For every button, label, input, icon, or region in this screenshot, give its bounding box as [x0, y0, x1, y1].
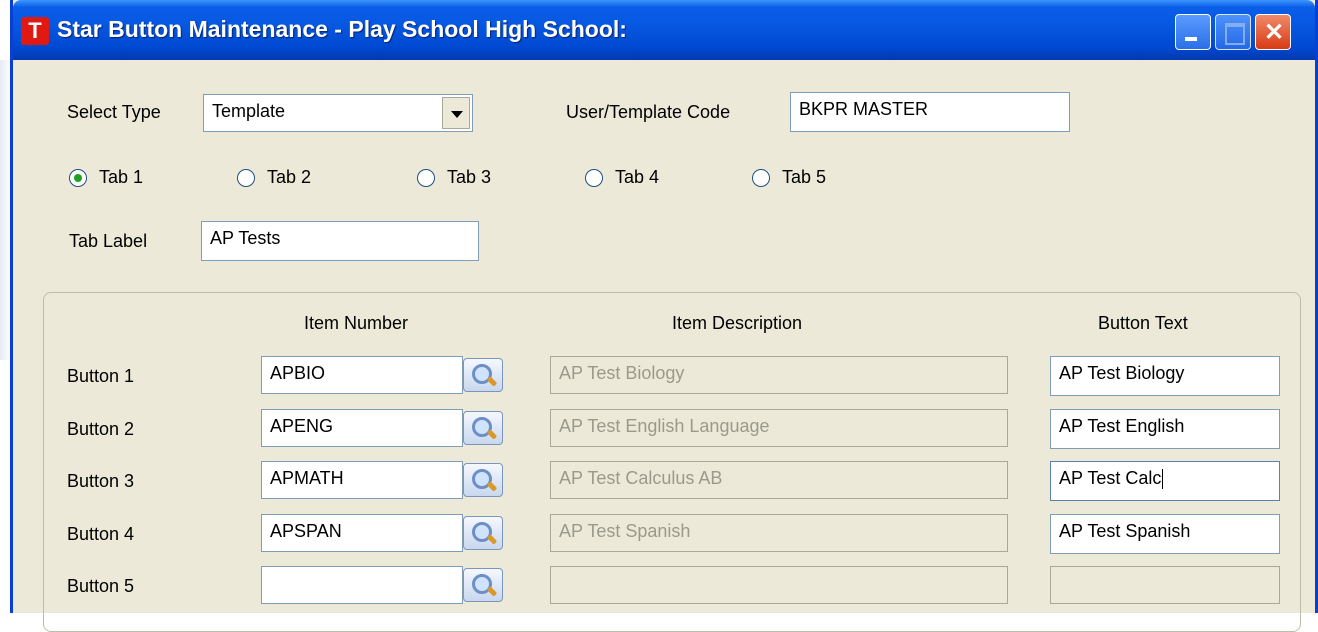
header-button-text: Button Text [1098, 313, 1188, 333]
app-icon: T [21, 17, 49, 45]
select-type-label: Select Type [67, 102, 161, 122]
tab-2-label[interactable]: Tab 2 [267, 167, 311, 188]
tab-label-input[interactable]: AP Tests [201, 221, 479, 261]
tab-4-radio[interactable] [585, 169, 603, 187]
row-4-label: Button 4 [67, 524, 135, 544]
row-4-button-text-input[interactable]: AP Test Spanish [1050, 514, 1280, 554]
tab-4-label[interactable]: Tab 4 [615, 167, 659, 188]
row-5-item-number-input[interactable] [261, 566, 463, 604]
row-5-label: Button 5 [67, 576, 135, 596]
minimize-button[interactable] [1175, 14, 1211, 50]
tab-5-radio[interactable] [752, 169, 770, 187]
row-1-button-text-input[interactable]: AP Test Biology [1050, 356, 1280, 396]
header-item-description: Item Description [672, 313, 803, 333]
row-3-description-field: AP Test Calculus AB [550, 461, 1008, 499]
code-label: User/Template Code [566, 102, 731, 122]
search-icon-handle [486, 534, 498, 545]
search-icon-handle [486, 429, 498, 440]
tab-3-label[interactable]: Tab 3 [447, 167, 491, 188]
row-3-lookup-button[interactable] [463, 463, 503, 497]
row-2-label: Button 2 [67, 419, 135, 439]
search-icon-handle [486, 376, 498, 387]
row-3-button-text-value: AP Test Calc [1059, 468, 1162, 488]
tab-1-radio[interactable] [69, 169, 87, 187]
row-3-item-number-input[interactable]: APMATH [261, 461, 463, 499]
row-1-label: Button 1 [67, 366, 135, 386]
app-window: T Star Button Maintenance - Play School … [10, 0, 1318, 632]
close-button[interactable] [1255, 14, 1291, 50]
tab-label-label: Tab Label [69, 231, 148, 251]
tab-2-radio[interactable] [237, 169, 255, 187]
row-2-lookup-button[interactable] [463, 411, 503, 445]
select-type-dropdown[interactable]: Template [203, 94, 473, 132]
tab-5-label[interactable]: Tab 5 [782, 167, 826, 188]
text-cursor [1162, 469, 1164, 490]
row-1-description-field: AP Test Biology [550, 356, 1008, 394]
maximize-button[interactable] [1215, 14, 1251, 50]
window-title: Star Button Maintenance - Play School Hi… [57, 16, 627, 42]
row-2-description-field: AP Test English Language [550, 409, 1008, 447]
row-5-description-field [550, 566, 1008, 604]
tab-1-label[interactable]: Tab 1 [99, 167, 143, 188]
dropdown-arrow-icon[interactable] [442, 97, 470, 129]
title-bar[interactable]: T Star Button Maintenance - Play School … [13, 0, 1315, 60]
tab-3-radio[interactable] [417, 169, 435, 187]
row-2-item-number-input[interactable]: APENG [261, 409, 463, 447]
search-icon-handle [486, 481, 498, 492]
row-3-label: Button 3 [67, 471, 135, 491]
row-4-description-field: AP Test Spanish [550, 514, 1008, 552]
select-type-value: Template [212, 101, 286, 121]
header-item-number: Item Number [304, 313, 409, 333]
row-3-button-text-input[interactable]: AP Test Calc [1050, 461, 1280, 501]
row-4-item-number-input[interactable]: APSPAN [261, 514, 463, 552]
row-2-button-text-input[interactable]: AP Test English [1050, 409, 1280, 449]
code-input[interactable]: BKPR MASTER [790, 92, 1070, 132]
row-4-lookup-button[interactable] [463, 516, 503, 550]
search-icon-handle [486, 586, 498, 597]
row-1-item-number-input[interactable]: APBIO [261, 356, 463, 394]
row-5-button-text-input[interactable] [1050, 566, 1280, 604]
row-1-lookup-button[interactable] [463, 358, 503, 392]
row-5-lookup-button[interactable] [463, 568, 503, 602]
